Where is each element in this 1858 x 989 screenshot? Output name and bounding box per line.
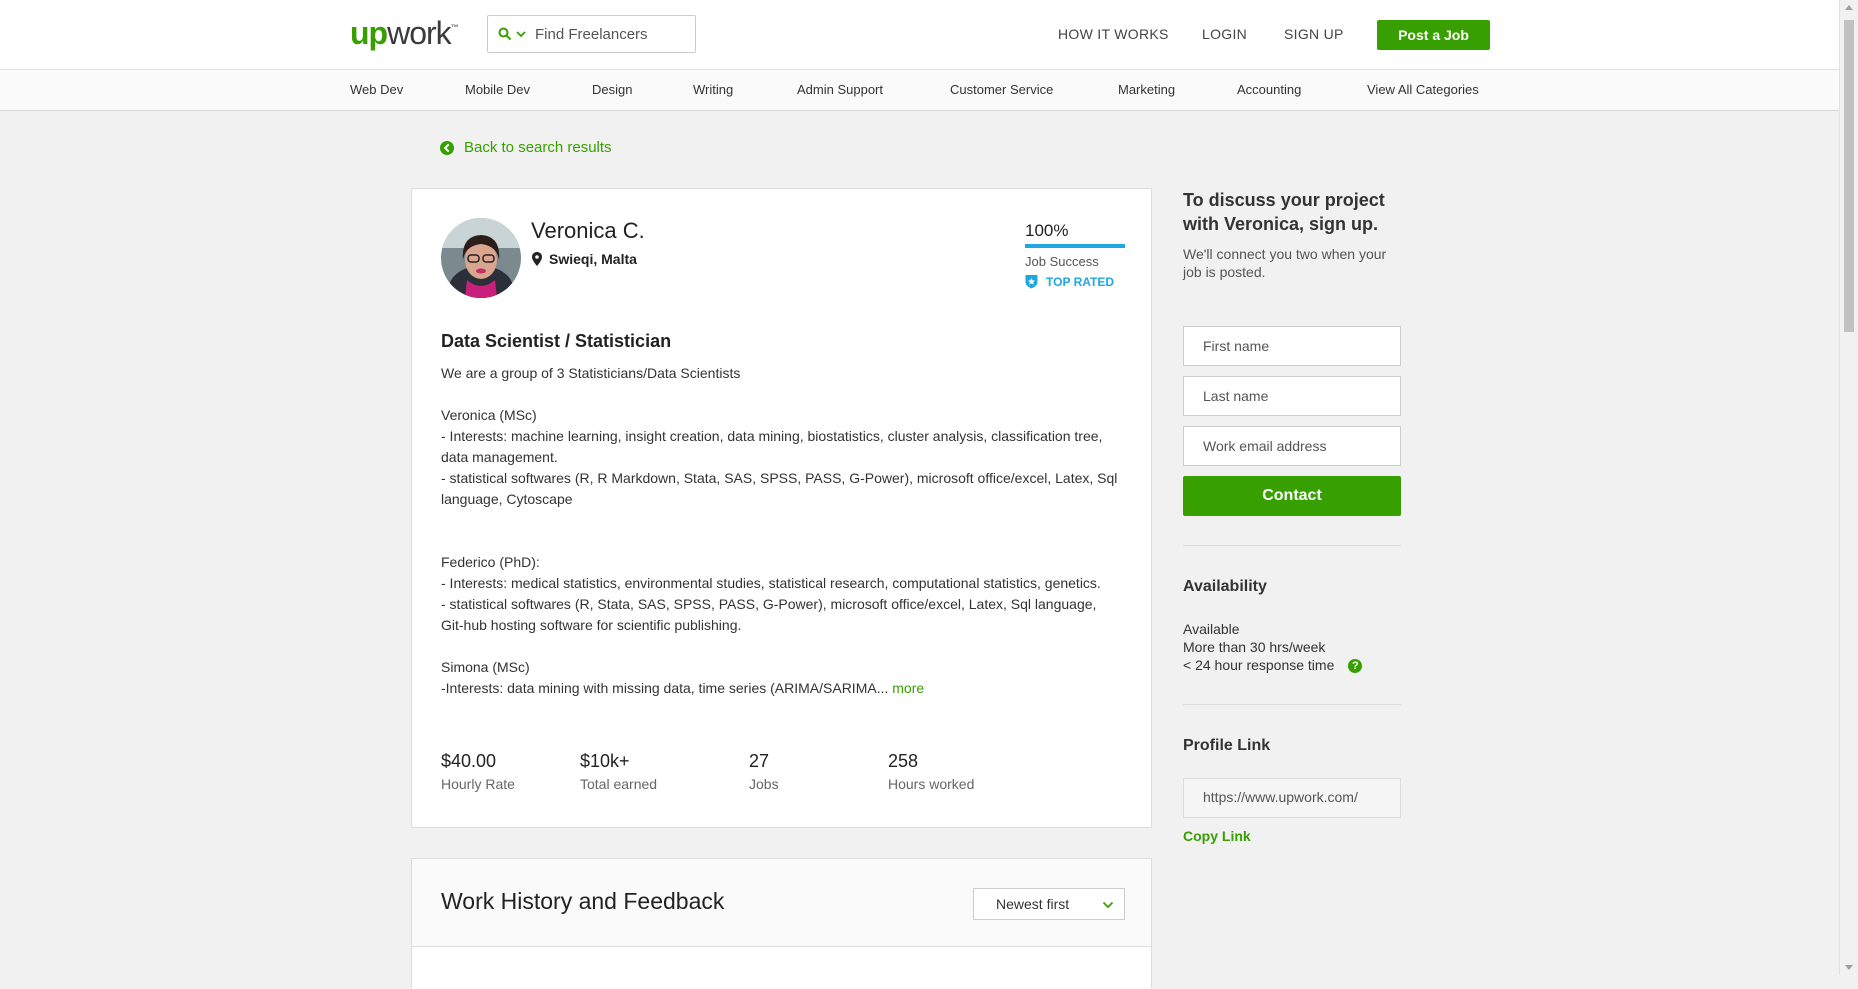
search-icon[interactable] [498, 27, 512, 41]
location: Swieqi, Malta [532, 251, 637, 267]
sign-up-link[interactable]: SIGN UP [1284, 26, 1344, 42]
profile-link-title: Profile Link [1183, 737, 1271, 754]
back-link-label: Back to search results [464, 139, 612, 156]
profile-title: Data Scientist / Statistician [441, 331, 672, 351]
availability-status: Available [1183, 621, 1240, 637]
availability-response: < 24 hour response time [1183, 657, 1335, 673]
category-admin-support[interactable]: Admin Support [797, 82, 883, 97]
category-writing[interactable]: Writing [693, 82, 733, 97]
jobs-value: 27 [749, 751, 770, 771]
contact-button[interactable]: Contact [1183, 476, 1401, 516]
availability-title: Availability [1183, 578, 1267, 595]
how-it-works-link[interactable]: HOW IT WORKS [1058, 26, 1169, 42]
category-bar: Web Dev Mobile Dev Design Writing Admin … [0, 70, 1840, 111]
last-name-field[interactable] [1183, 376, 1401, 416]
copy-link-button[interactable]: Copy Link [1183, 828, 1251, 844]
profile-link-field[interactable]: https://www.upwork.com/ [1183, 778, 1401, 818]
back-arrow-icon [440, 140, 454, 155]
jobs-label: Jobs [749, 776, 779, 792]
job-success-bar [1025, 244, 1125, 248]
location-text: Swieqi, Malta [549, 251, 637, 267]
category-customer-service[interactable]: Customer Service [950, 82, 1053, 97]
top-rated-badge: TOP RATED [1025, 274, 1114, 289]
upwork-logo[interactable]: upwork™ [350, 15, 459, 52]
availability-details: Available More than 30 hrs/week < 24 hou… [1183, 620, 1363, 674]
stat-hourly-rate: $40.00 Hourly Rate [441, 751, 515, 792]
job-success-percent: 100% [1025, 221, 1069, 240]
scrollbar-thumb[interactable] [1844, 20, 1854, 332]
back-to-search-link[interactable]: Back to search results [440, 139, 612, 156]
email-field[interactable] [1183, 426, 1401, 466]
job-success-score: 100% Job Success [1025, 221, 1125, 269]
divider [1183, 704, 1401, 705]
chevron-down-icon [1102, 901, 1114, 909]
chevron-down-icon[interactable] [515, 28, 527, 40]
stat-hours-worked: 258 Hours worked [888, 751, 974, 792]
category-design[interactable]: Design [592, 82, 632, 97]
hours-worked-label: Hours worked [888, 776, 975, 792]
first-name-field[interactable] [1183, 326, 1401, 366]
category-view-all[interactable]: View All Categories [1367, 82, 1479, 97]
hourly-rate-label: Hourly Rate [441, 776, 515, 792]
scroll-up-arrow-icon[interactable] [1845, 5, 1853, 10]
total-earned-value: $10k+ [580, 751, 630, 771]
post-a-job-button[interactable]: Post a Job [1377, 20, 1490, 50]
logo-trademark: ™ [450, 23, 459, 32]
shield-icon [1025, 275, 1038, 289]
total-earned-label: Total earned [580, 776, 658, 792]
sort-selected-label: Newest first [996, 896, 1070, 912]
job-success-label: Job Success [1025, 254, 1099, 269]
search-input[interactable] [533, 24, 687, 44]
profile-card: Veronica C. Swieqi, Malta 100% Job Succe… [411, 188, 1152, 828]
category-mobile-dev[interactable]: Mobile Dev [465, 82, 530, 97]
login-link[interactable]: LOGIN [1202, 26, 1247, 42]
category-accounting[interactable]: Accounting [1237, 82, 1301, 97]
logo-brand-part: up [350, 15, 388, 51]
scroll-down-arrow-icon[interactable] [1845, 965, 1853, 970]
stat-total-earned: $10k+ Total earned [580, 751, 657, 792]
more-link[interactable]: more [892, 680, 924, 696]
availability-response-row: < 24 hour response time? [1183, 656, 1363, 674]
work-history-body [412, 947, 1151, 989]
avatar [441, 218, 521, 298]
description-text: We are a group of 3 Statisticians/Data S… [441, 365, 1118, 696]
page-scrollbar[interactable] [1839, 0, 1858, 975]
signup-sidebar: To discuss your project with Veronica, s… [1183, 188, 1401, 281]
search-box[interactable] [487, 15, 696, 53]
category-marketing[interactable]: Marketing [1118, 82, 1175, 97]
logo-rest-part: work [387, 15, 452, 51]
work-history-title: Work History and Feedback [441, 888, 725, 914]
category-web-dev[interactable]: Web Dev [350, 82, 403, 97]
sort-dropdown[interactable]: Newest first [973, 888, 1125, 920]
hours-worked-value: 258 [888, 751, 919, 771]
hourly-rate-value: $40.00 [441, 751, 497, 771]
sidebar-subtext: We'll connect you two when your job is p… [1183, 246, 1387, 280]
sidebar-heading: To discuss your project with Veronica, s… [1183, 190, 1385, 234]
divider [1183, 545, 1401, 546]
top-rated-label: TOP RATED [1046, 274, 1115, 289]
stat-jobs: 27 Jobs [749, 751, 779, 792]
work-history-section: Work History and Feedback Newest first [411, 858, 1152, 989]
freelancer-name: Veronica C. [531, 218, 645, 243]
top-navigation-bar: upwork™ HOW IT WORKS LOGIN SIGN UP Post … [0, 0, 1840, 70]
profile-description: We are a group of 3 Statisticians/Data S… [441, 363, 1121, 699]
help-icon[interactable]: ? [1348, 659, 1363, 674]
location-pin-icon [532, 252, 542, 266]
availability-hours: More than 30 hrs/week [1183, 639, 1326, 655]
